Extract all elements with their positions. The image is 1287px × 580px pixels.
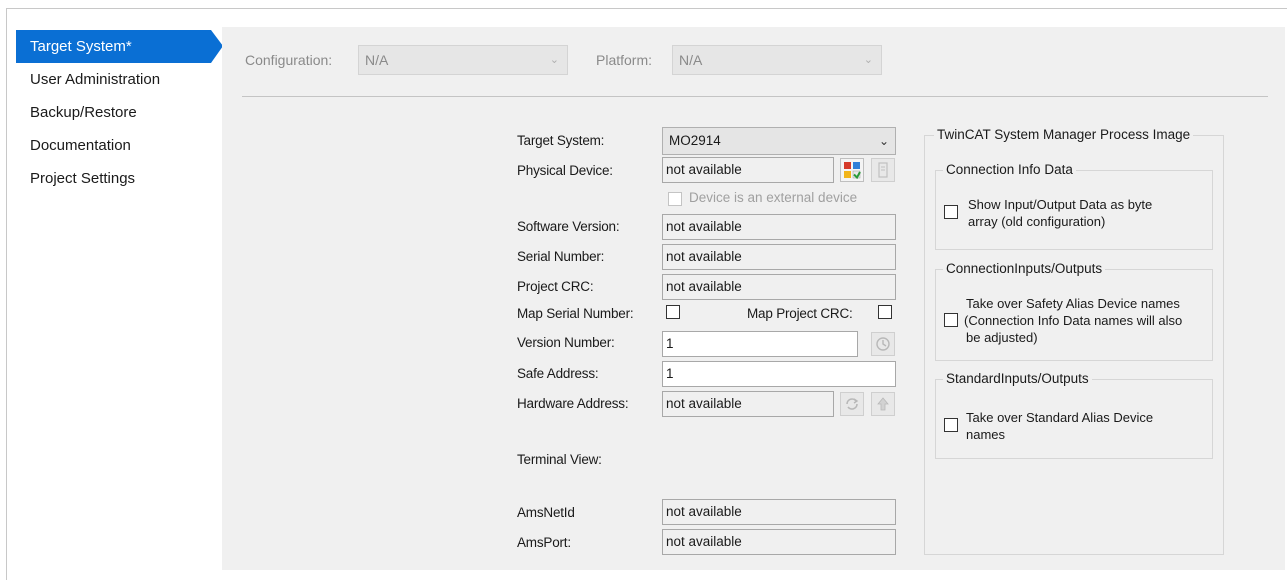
software-version-label: Software Version:	[517, 219, 620, 234]
sidebar: Target System* User Administration Backu…	[16, 30, 223, 195]
take-over-safety-alias-checkbox[interactable]	[944, 313, 958, 327]
device-info-button[interactable]	[871, 158, 895, 182]
hardware-address-field[interactable]: not available	[662, 391, 834, 417]
external-device-checkbox[interactable]	[668, 192, 682, 206]
version-number-label: Version Number:	[517, 335, 615, 350]
upload-address-button[interactable]	[871, 392, 895, 416]
configuration-label: Configuration:	[245, 52, 333, 68]
project-crc-field[interactable]: not available	[662, 274, 896, 300]
software-version-field[interactable]: not available	[662, 214, 896, 240]
show-byte-array-label: Show Input/Output Data as byte array (ol…	[968, 197, 1153, 229]
map-serial-number-checkbox[interactable]	[666, 305, 680, 319]
connection-io-title: ConnectionInputs/Outputs	[943, 261, 1106, 276]
target-system-select[interactable]: MO2914 ⌄	[662, 127, 896, 155]
configuration-value: N/A	[365, 52, 389, 68]
standard-io-title: StandardInputs/Outputs	[943, 371, 1092, 386]
target-system-value: MO2914	[669, 133, 721, 148]
physical-device-label: Physical Device:	[517, 163, 613, 178]
chevron-down-icon: ⌄	[549, 54, 559, 66]
amsnetid-field[interactable]: not available	[662, 499, 896, 525]
chevron-down-icon: ⌄	[878, 134, 889, 148]
device-icon	[878, 162, 888, 178]
external-device-label: Device is an external device	[689, 190, 858, 205]
safe-address-field[interactable]: 1	[662, 361, 896, 387]
serial-number-label: Serial Number:	[517, 249, 605, 264]
take-over-standard-alias-label: Take over Standard Alias Device names	[966, 410, 1154, 442]
terminal-view-label: Terminal View:	[517, 452, 602, 467]
take-over-safety-alias-label: Take over Safety Alias Device names (Con…	[964, 296, 1183, 345]
map-project-crc-label: Map Project CRC:	[747, 306, 853, 321]
safe-address-label: Safe Address:	[517, 366, 599, 381]
chevron-down-icon: ⌄	[863, 54, 873, 66]
hardware-address-label: Hardware Address:	[517, 396, 629, 411]
sidebar-item-documentation[interactable]: Documentation	[16, 129, 222, 162]
version-number-field[interactable]: 1	[662, 331, 858, 357]
amsport-label: AmsPort:	[517, 535, 571, 550]
sidebar-item-project-settings[interactable]: Project Settings	[16, 162, 222, 195]
arrow-up-icon	[877, 397, 889, 411]
sidebar-item-backup-restore[interactable]: Backup/Restore	[16, 96, 222, 129]
refresh-icon	[846, 398, 859, 410]
serial-number-field[interactable]: not available	[662, 244, 896, 270]
sidebar-item-user-administration[interactable]: User Administration	[16, 63, 222, 96]
device-select-icon	[844, 162, 861, 179]
platform-select[interactable]: N/A ⌄	[672, 45, 882, 75]
take-over-standard-alias-checkbox[interactable]	[944, 418, 958, 432]
physical-device-field[interactable]: not available	[662, 157, 834, 183]
select-device-button[interactable]	[840, 158, 864, 182]
sidebar-item-target-system[interactable]: Target System*	[16, 30, 223, 63]
process-image-title: TwinCAT System Manager Process Image	[934, 127, 1194, 142]
amsnetid-label: AmsNetId	[517, 505, 575, 520]
map-serial-number-label: Map Serial Number:	[517, 306, 634, 321]
target-system-label: Target System:	[517, 133, 605, 148]
amsport-field[interactable]: not available	[662, 529, 896, 555]
version-number-button[interactable]	[871, 332, 895, 356]
map-project-crc-checkbox[interactable]	[878, 305, 892, 319]
connection-info-title: Connection Info Data	[943, 162, 1076, 177]
project-crc-label: Project CRC:	[517, 279, 594, 294]
refresh-address-button[interactable]	[840, 392, 864, 416]
platform-label: Platform:	[596, 52, 653, 68]
show-byte-array-checkbox[interactable]	[944, 205, 958, 219]
clock-icon	[876, 337, 890, 351]
toolbar-divider	[242, 96, 1268, 97]
configuration-select[interactable]: N/A ⌄	[358, 45, 568, 75]
platform-value: N/A	[679, 52, 703, 68]
